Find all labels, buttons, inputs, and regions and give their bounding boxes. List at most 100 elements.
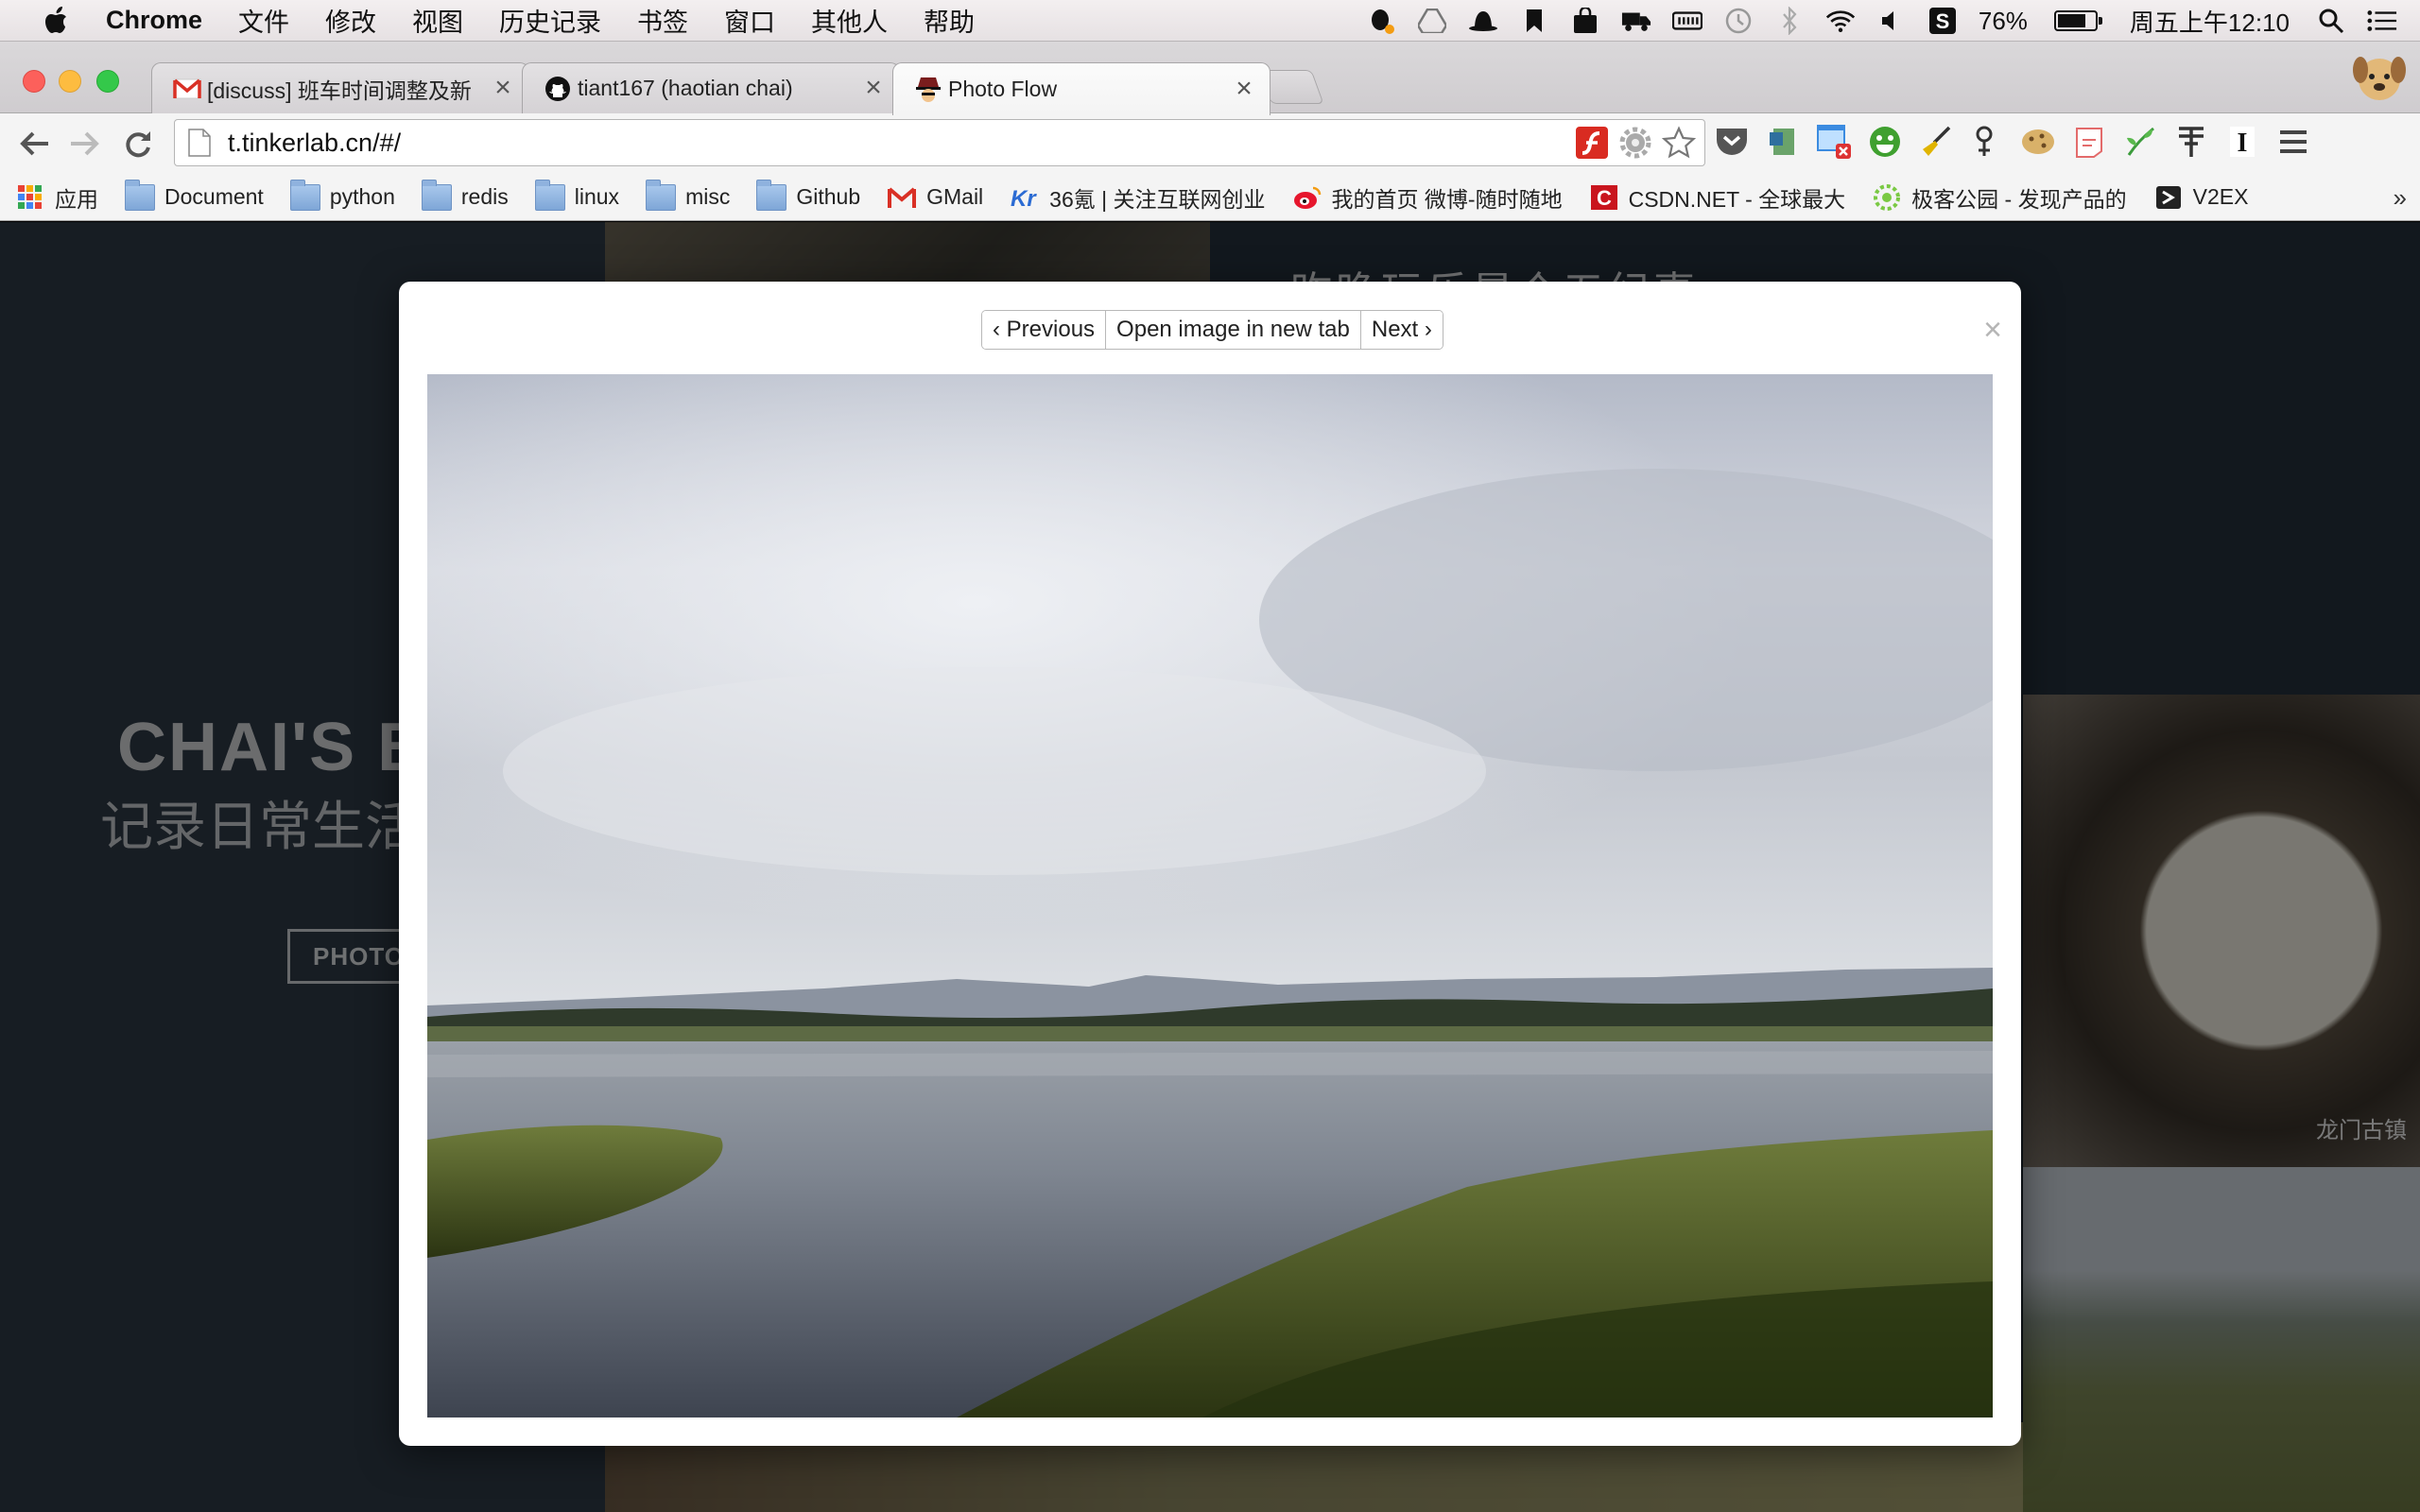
broom-icon[interactable] — [1917, 123, 1955, 161]
kr36-icon: Kr — [1011, 186, 1037, 211]
screen-capture-icon[interactable] — [1815, 123, 1853, 161]
wrench-extension-icon[interactable] — [1968, 123, 2006, 161]
menu-file[interactable]: 文件 — [238, 2, 289, 39]
lake-photo[interactable] — [427, 374, 1993, 1418]
menu-people[interactable]: 其他人 — [811, 2, 888, 39]
gmail-icon — [888, 186, 917, 208]
window-minimize-button[interactable] — [59, 70, 81, 93]
sogou-input-icon[interactable]: S — [1927, 8, 1958, 34]
bookmark-apps[interactable]: 应用 — [15, 181, 98, 214]
v2ex-icon — [2155, 185, 2181, 209]
battery-percent: 76% — [1978, 6, 2028, 35]
back-button[interactable] — [15, 125, 53, 163]
bookmark-label: 36氪 | 关注互联网创业 — [1049, 186, 1266, 212]
github-icon — [544, 76, 572, 102]
tab-close-icon[interactable]: × — [1232, 74, 1256, 102]
memory-icon[interactable] — [1671, 8, 1703, 34]
wifi-icon[interactable] — [1825, 8, 1856, 34]
photo-flow-icon — [914, 77, 942, 103]
tab-strip: [discuss] 班车时间调整及新 × tiant167 (haotian c… — [0, 42, 2420, 115]
bookmark-v2ex[interactable]: V2EX — [2153, 184, 2249, 211]
weibo-icon — [1293, 186, 1321, 209]
note-extension-icon[interactable] — [2070, 123, 2108, 161]
tab-close-icon[interactable]: × — [861, 73, 886, 101]
bookmark-folder-linux[interactable]: linux — [534, 179, 619, 211]
extension-bar: I — [1713, 123, 2325, 161]
bookmark-star-icon[interactable] — [1661, 125, 1697, 161]
cookie-icon[interactable] — [2019, 123, 2057, 161]
folder-icon — [534, 179, 565, 211]
window-close-button[interactable] — [23, 70, 45, 93]
omnibox[interactable]: t.tinkerlab.cn/#/ — [174, 119, 1705, 166]
tab-close-icon[interactable]: × — [491, 73, 515, 101]
notification-center-icon[interactable] — [2367, 8, 2397, 34]
reload-button[interactable] — [119, 125, 157, 163]
spotlight-icon[interactable] — [2316, 8, 2346, 34]
settings-gear-icon[interactable] — [1617, 125, 1653, 161]
tab-title: Photo Flow — [948, 77, 1058, 101]
bookmark-label: Document — [164, 184, 264, 209]
bookmark-weibo[interactable]: 我的首页 微博-随时随地 — [1292, 181, 1563, 214]
bookmark-geekpark[interactable]: 极客公园 - 发现产品的 — [1872, 181, 2127, 214]
qq-icon[interactable] — [1366, 8, 1396, 34]
menu-help[interactable]: 帮助 — [924, 2, 975, 39]
google-drive-icon[interactable] — [1417, 8, 1447, 34]
pocket-icon[interactable] — [1713, 123, 1751, 161]
forward-button[interactable] — [66, 125, 104, 163]
tab-github-profile[interactable]: tiant167 (haotian chai) × — [522, 62, 900, 113]
apple-menu-icon[interactable] — [38, 5, 76, 37]
bookmark-label: 应用 — [55, 186, 98, 212]
bookmark-label: V2EX — [2192, 184, 2249, 209]
window-zoom-button[interactable] — [96, 70, 119, 93]
bookmark-folder-python[interactable]: python — [289, 179, 395, 211]
bookmark-36kr[interactable]: Kr 36氪 | 关注互联网创业 — [1010, 181, 1265, 214]
previous-button[interactable]: ‹ Previous — [982, 311, 1107, 349]
csdn-icon: C — [1590, 184, 1617, 210]
menu-history[interactable]: 历史记录 — [499, 2, 601, 39]
menu-window[interactable]: 窗口 — [724, 2, 775, 39]
bookmark-folder-github[interactable]: Github — [756, 179, 861, 211]
profile-avatar-icon[interactable] — [2350, 45, 2409, 106]
battery-icon[interactable] — [2053, 10, 2102, 31]
stack-extension-icon[interactable] — [2172, 123, 2210, 161]
menubar-clock[interactable]: 周五上午12:10 — [2130, 4, 2290, 39]
alfred-hat-icon[interactable] — [1468, 8, 1498, 34]
bookmark-label: redis — [460, 184, 509, 209]
truck-icon[interactable] — [1621, 8, 1651, 34]
photo-modal: ‹ Previous Open image in new tab Next › … — [399, 282, 2021, 1446]
address-url[interactable]: t.tinkerlab.cn/#/ — [228, 129, 1574, 158]
tab-photo-flow[interactable]: Photo Flow × — [892, 62, 1270, 115]
bookmark-folder-document[interactable]: Document — [125, 179, 264, 211]
modal-close-icon[interactable]: × — [1983, 314, 2002, 346]
bookmarks-overflow-chevron-icon[interactable]: » — [2394, 183, 2407, 213]
flash-icon[interactable] — [1574, 125, 1610, 161]
bookmark-csdn[interactable]: C CSDN.NET - 全球最大 — [1589, 181, 1845, 214]
folder-icon — [646, 179, 677, 211]
chrome-menu-icon[interactable] — [2274, 123, 2312, 161]
open-in-new-tab-button[interactable]: Open image in new tab — [1106, 311, 1361, 349]
bamboo-icon[interactable] — [2121, 123, 2159, 161]
menu-bookmarks[interactable]: 书签 — [637, 2, 688, 39]
bookmark-icon[interactable] — [1519, 8, 1549, 34]
modal-nav-button-group: ‹ Previous Open image in new tab Next › — [981, 310, 1443, 350]
tab-title: [discuss] 班车时间调整及新 — [207, 77, 472, 103]
next-button[interactable]: Next › — [1360, 311, 1443, 349]
bookmarks-bar: 应用 Document python redis linux misc Gith… — [0, 174, 2420, 221]
tab-gmail-discuss[interactable]: [discuss] 班车时间调整及新 × — [151, 62, 529, 113]
app-menu-chrome[interactable]: Chrome — [106, 6, 202, 35]
instapaper-icon[interactable]: I — [2223, 123, 2261, 161]
bookmark-label: GMail — [926, 184, 984, 209]
time-machine-icon[interactable] — [1723, 8, 1754, 34]
bookmark-folder-misc[interactable]: misc — [646, 179, 730, 211]
shopping-bag-icon[interactable] — [1570, 8, 1600, 34]
smiley-extension-icon[interactable] — [1866, 123, 1904, 161]
bluetooth-icon[interactable] — [1774, 7, 1805, 35]
evernote-clipper-icon[interactable] — [1764, 123, 1802, 161]
bookmark-label: Github — [796, 184, 861, 209]
volume-icon[interactable] — [1876, 8, 1907, 34]
bookmark-folder-redis[interactable]: redis — [421, 179, 509, 211]
bookmark-gmail[interactable]: GMail — [887, 184, 983, 211]
menu-view[interactable]: 视图 — [412, 2, 463, 39]
menu-edit[interactable]: 修改 — [325, 2, 376, 39]
folder-icon — [125, 179, 155, 211]
